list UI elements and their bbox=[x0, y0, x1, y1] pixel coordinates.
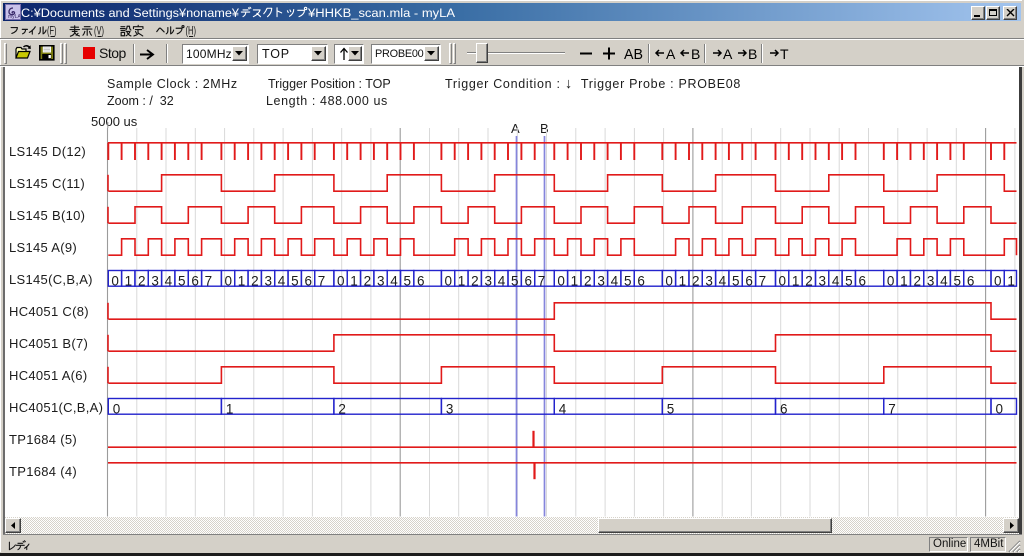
svg-text:1: 1 bbox=[900, 273, 908, 288]
svg-text:5: 5 bbox=[667, 401, 675, 416]
svg-text:1: 1 bbox=[1007, 273, 1015, 288]
svg-text:6: 6 bbox=[304, 273, 312, 288]
svg-text:2: 2 bbox=[692, 273, 700, 288]
svg-text:1: 1 bbox=[571, 273, 579, 288]
svg-text:4: 4 bbox=[559, 401, 567, 416]
svg-text:2: 2 bbox=[138, 273, 146, 288]
svg-text:2: 2 bbox=[364, 273, 372, 288]
svg-text:3: 3 bbox=[377, 273, 385, 288]
svg-text:0: 0 bbox=[444, 273, 452, 288]
svg-text:3: 3 bbox=[597, 273, 605, 288]
svg-text:5: 5 bbox=[845, 273, 853, 288]
svg-text:2: 2 bbox=[251, 273, 259, 288]
svg-text:4: 4 bbox=[832, 273, 840, 288]
svg-text:1: 1 bbox=[679, 273, 687, 288]
svg-text:2: 2 bbox=[914, 273, 922, 288]
svg-text:0: 0 bbox=[113, 401, 121, 416]
svg-text:0: 0 bbox=[557, 273, 565, 288]
svg-text:6: 6 bbox=[780, 401, 788, 416]
svg-text:1: 1 bbox=[238, 273, 246, 288]
svg-text:0: 0 bbox=[994, 273, 1002, 288]
svg-text:2: 2 bbox=[805, 273, 813, 288]
svg-text:4: 4 bbox=[719, 273, 727, 288]
svg-text:3: 3 bbox=[151, 273, 159, 288]
svg-text:5: 5 bbox=[291, 273, 299, 288]
svg-text:4: 4 bbox=[278, 273, 286, 288]
svg-text:5: 5 bbox=[404, 273, 412, 288]
svg-text:5: 5 bbox=[511, 273, 519, 288]
svg-text:0: 0 bbox=[337, 273, 345, 288]
svg-text:3: 3 bbox=[484, 273, 492, 288]
svg-text:4: 4 bbox=[498, 273, 506, 288]
svg-text:1: 1 bbox=[226, 401, 234, 416]
svg-text:2: 2 bbox=[338, 401, 346, 416]
svg-text:1: 1 bbox=[458, 273, 466, 288]
svg-text:0: 0 bbox=[665, 273, 673, 288]
svg-text:4: 4 bbox=[390, 273, 398, 288]
svg-text:7: 7 bbox=[205, 273, 213, 288]
svg-text:5: 5 bbox=[732, 273, 740, 288]
svg-text:7: 7 bbox=[318, 273, 326, 288]
svg-text:6: 6 bbox=[967, 273, 975, 288]
svg-text:7: 7 bbox=[759, 273, 767, 288]
svg-text:2: 2 bbox=[471, 273, 479, 288]
svg-text:3: 3 bbox=[264, 273, 272, 288]
svg-text:6: 6 bbox=[637, 273, 645, 288]
svg-text:5: 5 bbox=[624, 273, 632, 288]
svg-text:4: 4 bbox=[940, 273, 948, 288]
svg-text:5: 5 bbox=[178, 273, 186, 288]
svg-text:6: 6 bbox=[191, 273, 199, 288]
svg-text:1: 1 bbox=[350, 273, 358, 288]
svg-text:6: 6 bbox=[745, 273, 753, 288]
svg-text:4: 4 bbox=[611, 273, 619, 288]
svg-text:3: 3 bbox=[446, 401, 454, 416]
svg-text:6: 6 bbox=[524, 273, 532, 288]
svg-text:1: 1 bbox=[792, 273, 800, 288]
svg-text:2: 2 bbox=[584, 273, 592, 288]
svg-text:0: 0 bbox=[887, 273, 895, 288]
svg-text:3: 3 bbox=[819, 273, 827, 288]
svg-text:0: 0 bbox=[996, 401, 1004, 416]
svg-text:6: 6 bbox=[859, 273, 867, 288]
svg-text:1: 1 bbox=[125, 273, 133, 288]
svg-text:7: 7 bbox=[888, 401, 896, 416]
svg-text:0: 0 bbox=[779, 273, 787, 288]
svg-text:3: 3 bbox=[927, 273, 935, 288]
svg-text:4: 4 bbox=[165, 273, 173, 288]
svg-text:3: 3 bbox=[705, 273, 713, 288]
svg-text:5: 5 bbox=[953, 273, 961, 288]
svg-text:0: 0 bbox=[224, 273, 232, 288]
svg-text:0: 0 bbox=[111, 273, 119, 288]
svg-text:7: 7 bbox=[538, 273, 546, 288]
svg-text:6: 6 bbox=[417, 273, 425, 288]
